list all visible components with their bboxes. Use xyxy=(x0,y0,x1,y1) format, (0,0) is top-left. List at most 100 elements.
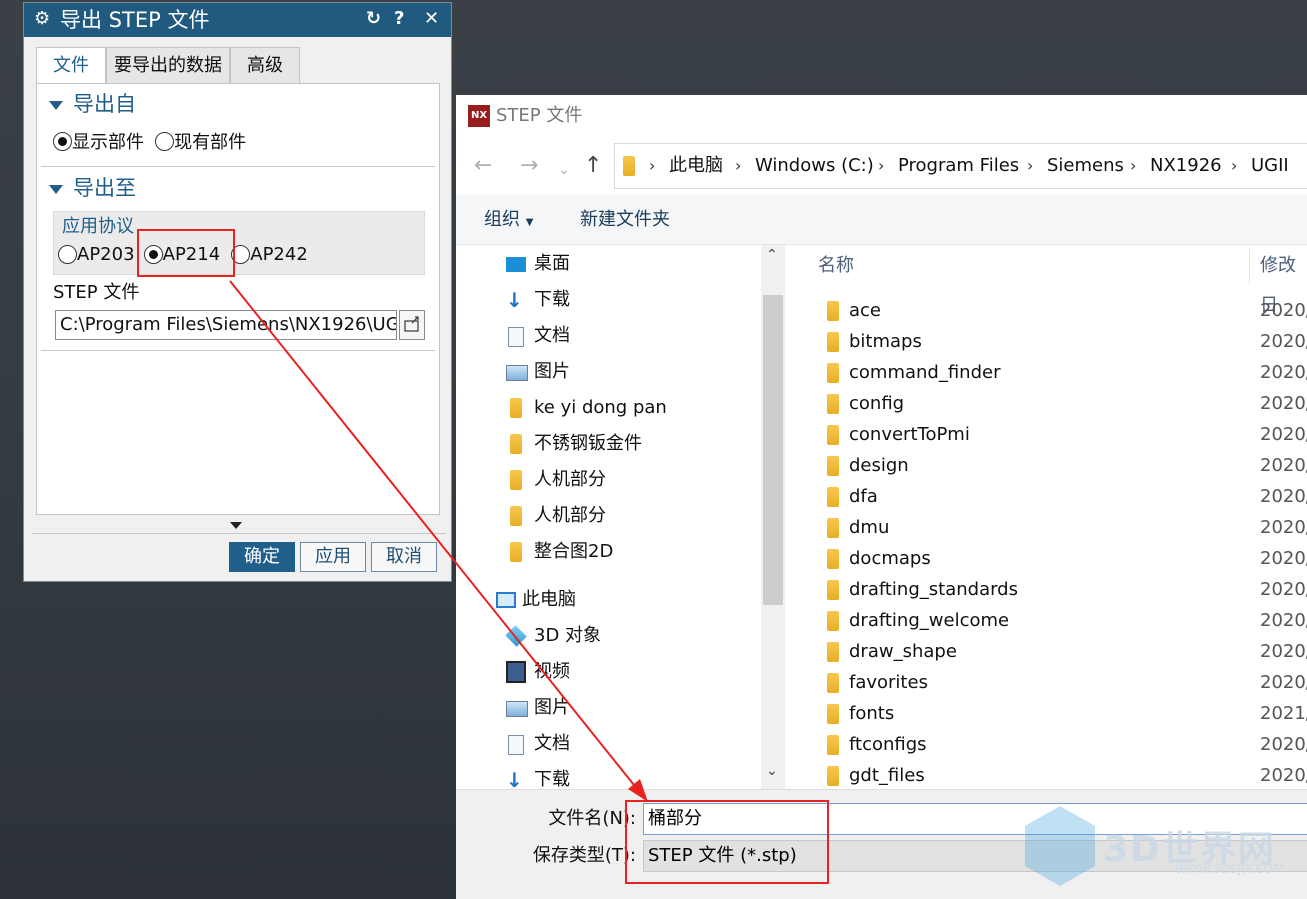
file-name: drafting_standards xyxy=(849,579,1018,600)
save-dialog-titlebar[interactable]: NX STEP 文件 xyxy=(456,95,1307,137)
back-arrow-icon[interactable]: ← xyxy=(474,153,492,179)
new-folder-button[interactable]: 新建文件夹 xyxy=(580,208,670,232)
address-bar[interactable]: › 此电脑 › Windows (C:) › Program Files › S… xyxy=(614,143,1307,189)
file-row[interactable]: bitmaps 2020/ xyxy=(789,326,1307,357)
ok-button[interactable]: 确定 xyxy=(229,542,295,572)
file-row[interactable]: docmaps 2020/ xyxy=(789,543,1307,574)
help-icon[interactable]: ? xyxy=(394,7,404,31)
file-row[interactable]: gdt_files 2020/ xyxy=(789,760,1307,789)
save-file-dialog: NX STEP 文件 ← → ⌄ ↑ › 此电脑 › Windows (C:) … xyxy=(456,95,1307,899)
organize-menu[interactable]: 组织 ▼ xyxy=(484,208,533,235)
file-row[interactable]: command_finder 2020/ xyxy=(789,357,1307,388)
reset-icon[interactable]: ↻ xyxy=(366,7,381,31)
radio-label: 现有部件 xyxy=(174,132,247,153)
dialog-titlebar[interactable]: ⚙ 导出 STEP 文件 ↻ ? ✕ xyxy=(24,3,451,37)
breadcrumb-item[interactable]: Siemens xyxy=(1047,154,1124,178)
chevron-right-icon: › xyxy=(878,156,885,175)
file-name: ace xyxy=(849,300,882,321)
scroll-up-icon[interactable]: ⌃ xyxy=(766,247,778,263)
divider xyxy=(41,350,435,351)
step-file-label: STEP 文件 xyxy=(53,282,140,303)
file-row[interactable]: dfa 2020/ xyxy=(789,481,1307,512)
folder-icon xyxy=(827,580,839,600)
open-folder-icon xyxy=(404,316,419,332)
file-row[interactable]: fonts 2021/ xyxy=(789,698,1307,729)
close-icon[interactable]: ✕ xyxy=(424,7,439,31)
filename-label: 文件名(N): xyxy=(548,808,636,829)
nav-label: ke yi dong pan xyxy=(534,397,667,418)
chevron-right-icon: › xyxy=(1231,156,1238,175)
file-row[interactable]: convertToPmi 2020/ xyxy=(789,419,1307,450)
section-heading: 导出自 xyxy=(73,92,136,116)
3d-objects-icon xyxy=(505,625,527,647)
file-date: 2020/ xyxy=(1260,393,1307,414)
column-header-modified[interactable]: 修改日 xyxy=(1260,246,1307,316)
breadcrumb-item[interactable]: Program Files xyxy=(898,154,1019,178)
file-name: command_finder xyxy=(849,362,1001,383)
folder-icon xyxy=(827,301,839,321)
scrollbar-thumb[interactable] xyxy=(763,295,783,605)
document-icon xyxy=(508,327,524,347)
folder-icon xyxy=(827,735,839,755)
step-file-path-input[interactable]: C:\Program Files\Siemens\NX1926\UGII xyxy=(55,310,397,340)
column-header-name[interactable]: 名称 xyxy=(818,246,854,286)
radio-displayed-part[interactable] xyxy=(53,131,72,151)
file-date: 2020/ xyxy=(1260,300,1307,321)
file-row[interactable]: draw_shape 2020/ xyxy=(789,636,1307,667)
nav-label: 文档 xyxy=(534,325,570,346)
file-name: bitmaps xyxy=(849,331,922,352)
file-row[interactable]: ace 2020/ xyxy=(789,295,1307,326)
forward-arrow-icon[interactable]: → xyxy=(520,153,538,179)
recent-dropdown-icon[interactable]: ⌄ xyxy=(558,157,570,183)
file-row[interactable]: ftconfigs 2020/ xyxy=(789,729,1307,760)
apply-button[interactable]: 应用 xyxy=(300,542,366,572)
file-name: docmaps xyxy=(849,548,931,569)
folder-icon xyxy=(510,434,522,454)
folder-icon xyxy=(827,673,839,693)
organize-label: 组织 xyxy=(484,209,520,230)
section-export-from[interactable]: 导出自 xyxy=(49,90,136,118)
dropdown-icon: ▼ xyxy=(525,217,534,228)
file-date: 2020/ xyxy=(1260,424,1307,445)
expand-arrow-icon[interactable] xyxy=(230,522,242,529)
nav-label: 整合图2D xyxy=(534,541,614,562)
folder-icon xyxy=(827,518,839,538)
tab-advanced[interactable]: 高级 xyxy=(230,47,300,83)
computer-icon xyxy=(496,592,516,608)
radio-existing-part[interactable] xyxy=(155,131,175,151)
up-arrow-icon[interactable]: ↑ xyxy=(584,153,602,179)
section-export-to[interactable]: 导出至 xyxy=(49,174,136,202)
nav-label: 3D 对象 xyxy=(534,625,602,646)
file-row[interactable]: drafting_standards 2020/ xyxy=(789,574,1307,605)
nav-scrollbar[interactable]: ⌃ ⌄ xyxy=(761,245,785,789)
tab-data-to-export[interactable]: 要导出的数据 xyxy=(106,47,230,83)
watermark-url: WWW.3DSJW.COM xyxy=(1175,862,1284,876)
file-row[interactable]: favorites 2020/ xyxy=(789,667,1307,698)
folder-icon xyxy=(827,487,839,507)
nx-export-step-dialog: ⚙ 导出 STEP 文件 ↻ ? ✕ 文件 要导出的数据 高级 导出自 显示部件… xyxy=(23,2,452,582)
folder-icon xyxy=(827,642,839,662)
file-row[interactable]: dmu 2020/ xyxy=(789,512,1307,543)
file-date: 2020/ xyxy=(1260,517,1307,538)
desktop-icon xyxy=(506,257,526,272)
breadcrumb-item[interactable]: NX1926 xyxy=(1150,154,1222,178)
browse-button[interactable] xyxy=(399,310,425,340)
breadcrumb-item[interactable]: 此电脑 xyxy=(669,154,723,178)
nav-label: 下载 xyxy=(534,289,570,310)
file-date: 2020/ xyxy=(1260,579,1307,600)
breadcrumb-item[interactable]: Windows (C:) xyxy=(755,154,874,178)
application-protocol-group: 应用协议 AP203 AP214 AP242 xyxy=(53,211,425,275)
file-row[interactable]: design 2020/ xyxy=(789,450,1307,481)
file-list: ⌃ 名称 修改日 ace 2020/ bitmaps 2020/ command_f… xyxy=(789,245,1307,789)
radio-ap203[interactable] xyxy=(58,245,77,264)
tab-file[interactable]: 文件 xyxy=(36,47,106,84)
breadcrumb-item[interactable]: UGII xyxy=(1251,154,1289,178)
folder-icon xyxy=(827,363,839,383)
download-icon: ↓ xyxy=(506,288,523,312)
scroll-down-icon[interactable]: ⌄ xyxy=(766,763,778,779)
file-row[interactable]: config 2020/ xyxy=(789,388,1307,419)
nav-label: 不锈钢钣金件 xyxy=(534,433,642,454)
file-row[interactable]: drafting_welcome 2020/ xyxy=(789,605,1307,636)
cancel-button[interactable]: 取消 xyxy=(371,542,437,572)
file-name: dfa xyxy=(849,486,878,507)
